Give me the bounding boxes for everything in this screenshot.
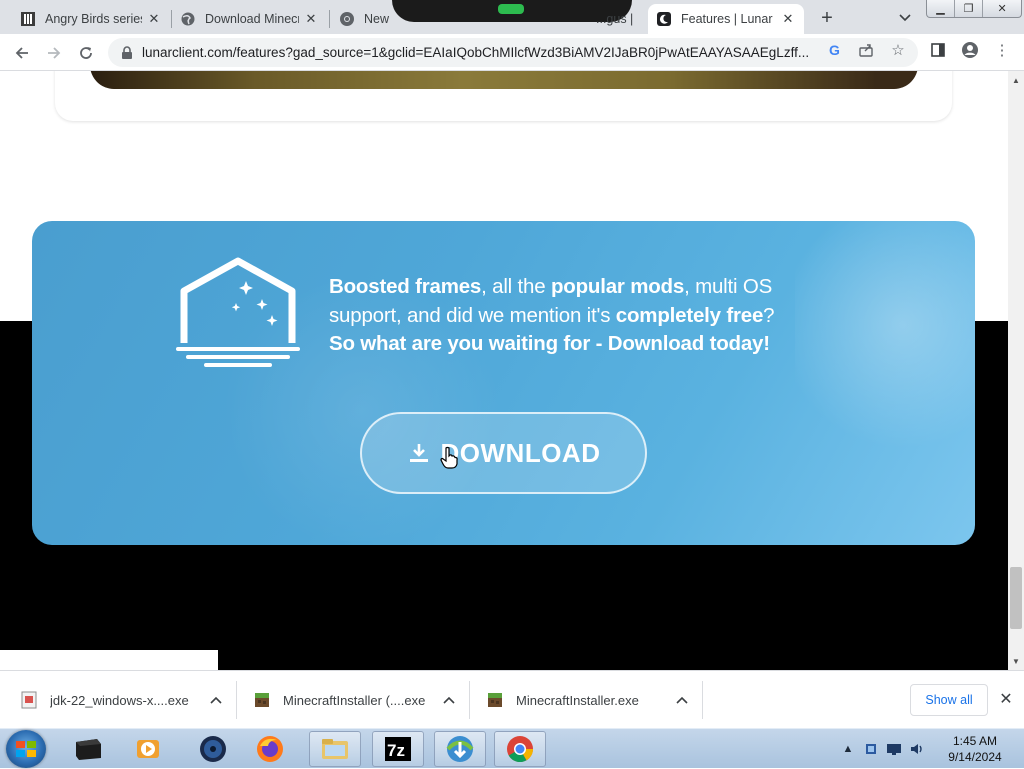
share-icon[interactable]: [857, 41, 875, 59]
scrollbar-thumb[interactable]: [1010, 567, 1022, 629]
system-tray: ▲: [840, 729, 925, 769]
page-scrollbar[interactable]: ▲ ▼: [1008, 71, 1024, 670]
download-filename: jdk-22_windows-x....exe: [50, 692, 189, 708]
promo-text-regular: , multi OS: [684, 275, 773, 298]
tab-close-icon[interactable]: ✕: [303, 11, 319, 27]
google-lens-icon[interactable]: G: [826, 41, 844, 59]
chevron-up-icon[interactable]: [672, 696, 692, 704]
tab-new-tab[interactable]: New Tab: [331, 4, 399, 34]
tab-lunar-client[interactable]: Features | Lunar Client ✕: [648, 4, 804, 34]
taskbar-idm-icon[interactable]: [434, 731, 486, 767]
download-item[interactable]: MinecraftInstaller (....exe: [253, 679, 459, 721]
minimize-button[interactable]: ▁: [927, 0, 956, 17]
tab-angry-birds[interactable]: Angry Birds series ✕: [12, 4, 170, 34]
restore-button[interactable]: ❐: [955, 0, 984, 17]
close-window-button[interactable]: ✕: [983, 0, 1021, 17]
tab-download-minecraft[interactable]: Download Minecraft ✕: [172, 4, 327, 34]
page-viewport: Boosted frames, all the popular mods, mu…: [0, 71, 1008, 670]
promo-text-bold: So what are you waiting for - Download t…: [329, 332, 770, 355]
feature-card: [55, 71, 952, 121]
promo-text: Boosted frames, all the popular mods, mu…: [329, 273, 849, 359]
tab-title: ...gus |: [596, 12, 634, 26]
promo-text-regular: ?: [763, 303, 775, 327]
svg-text:G: G: [829, 42, 840, 58]
svg-text:7z: 7z: [387, 741, 405, 760]
new-tab-button[interactable]: +: [815, 6, 839, 30]
download-filename: MinecraftInstaller.exe: [516, 692, 639, 708]
footer-white-strip: [0, 650, 218, 670]
promo-text-bold: popular mods: [550, 275, 685, 298]
chevron-up-icon[interactable]: [439, 696, 459, 704]
profile-avatar-icon[interactable]: [961, 41, 979, 59]
show-all-button[interactable]: Show all: [910, 684, 988, 716]
window-controls: ▁ ❐ ✕: [926, 0, 1022, 18]
volume-tray-icon[interactable]: [909, 741, 925, 757]
tab-separator: [329, 10, 330, 28]
side-panel-icon[interactable]: [929, 41, 947, 59]
lunar-logo-icon: [176, 257, 300, 367]
start-button[interactable]: [6, 730, 46, 768]
promo-text-regular: , all the: [481, 275, 551, 298]
display-tray-icon[interactable]: [886, 741, 902, 757]
windows-logo-icon: [16, 741, 36, 757]
back-button[interactable]: [9, 40, 35, 66]
clock-date: 9/14/2024: [948, 750, 1002, 764]
close-shelf-icon[interactable]: ✕: [996, 689, 1016, 709]
clock-time: 1:45 AM: [952, 734, 998, 748]
tab-title: New Tab: [364, 12, 391, 26]
download-filename: MinecraftInstaller (....exe: [283, 692, 425, 708]
scroll-down-arrow[interactable]: ▼: [1008, 654, 1024, 668]
tab-strip: Angry Birds series ✕ Download Minecraft …: [0, 0, 1024, 34]
taskbar-chrome-icon[interactable]: [494, 731, 546, 767]
forward-button[interactable]: [41, 40, 67, 66]
download-shelf: jdk-22_windows-x....exe MinecraftInstall…: [0, 670, 1024, 728]
show-hidden-icons-icon[interactable]: ▲: [840, 741, 856, 757]
reload-button[interactable]: [73, 40, 99, 66]
scroll-up-arrow[interactable]: ▲: [1008, 73, 1024, 87]
address-bar[interactable]: lunarclient.com/features?gad_source=1&gc…: [108, 38, 918, 67]
download-item[interactable]: jdk-22_windows-x....exe: [20, 679, 226, 721]
download-item[interactable]: MinecraftInstaller.exe: [486, 679, 692, 721]
feature-image: [90, 71, 918, 89]
promo-text-bold: completely free: [615, 303, 764, 327]
download-icon: [407, 441, 431, 465]
taskbar-firefox-icon[interactable]: [244, 731, 296, 767]
installer-file-icon: [20, 691, 38, 709]
bookmark-star-icon[interactable]: ☆: [889, 41, 907, 59]
tab-title: Features | Lunar Client: [681, 12, 776, 26]
browser-toolbar: lunarclient.com/features?gad_source=1&gc…: [0, 34, 1024, 71]
windows-taskbar: 7z ▲ 1:45 AM 9/14/2024: [0, 728, 1024, 768]
url-text: lunarclient.com/features?gad_source=1&gc…: [142, 45, 810, 60]
taskbar-clock[interactable]: 1:45 AM 9/14/2024: [938, 733, 1012, 765]
tab-title: Angry Birds series: [45, 12, 142, 26]
taskbar-app-generic[interactable]: [62, 731, 114, 767]
minecraft-file-icon: [486, 691, 504, 709]
tab-search-button[interactable]: [893, 6, 917, 30]
download-button-label: DOWNLOAD: [440, 437, 601, 468]
lunar-favicon-icon: [656, 11, 672, 27]
taskbar-7zip-icon[interactable]: 7z: [372, 731, 424, 767]
download-button[interactable]: DOWNLOAD: [360, 412, 647, 494]
minecraft-file-icon: [253, 691, 271, 709]
download-separator: [702, 681, 703, 719]
download-separator: [469, 681, 470, 719]
promo-text-regular: support, and did we mention it's: [329, 303, 616, 327]
taskbar-explorer-icon[interactable]: [309, 731, 361, 767]
tab-close-icon[interactable]: ✕: [780, 11, 796, 27]
download-separator: [236, 681, 237, 719]
taskbar-disc-icon[interactable]: [187, 731, 239, 767]
promo-text-bold: Boosted frames: [329, 275, 482, 298]
globe-icon: [180, 11, 196, 27]
tab-close-icon[interactable]: ✕: [146, 11, 162, 27]
menu-kebab-icon[interactable]: ⋮: [993, 41, 1011, 59]
taskbar-media-player-icon[interactable]: [122, 731, 174, 767]
network-tray-icon[interactable]: [863, 741, 879, 757]
chevron-up-icon[interactable]: [206, 696, 226, 704]
download-promo-banner: Boosted frames, all the popular mods, mu…: [32, 221, 975, 545]
tab-title: Download Minecraft: [205, 12, 299, 26]
tab-obscured[interactable]: ...gus |: [588, 4, 646, 34]
lock-icon[interactable]: [119, 45, 135, 60]
chrome-icon: [339, 11, 355, 27]
angry-birds-favicon-icon: [20, 11, 36, 27]
